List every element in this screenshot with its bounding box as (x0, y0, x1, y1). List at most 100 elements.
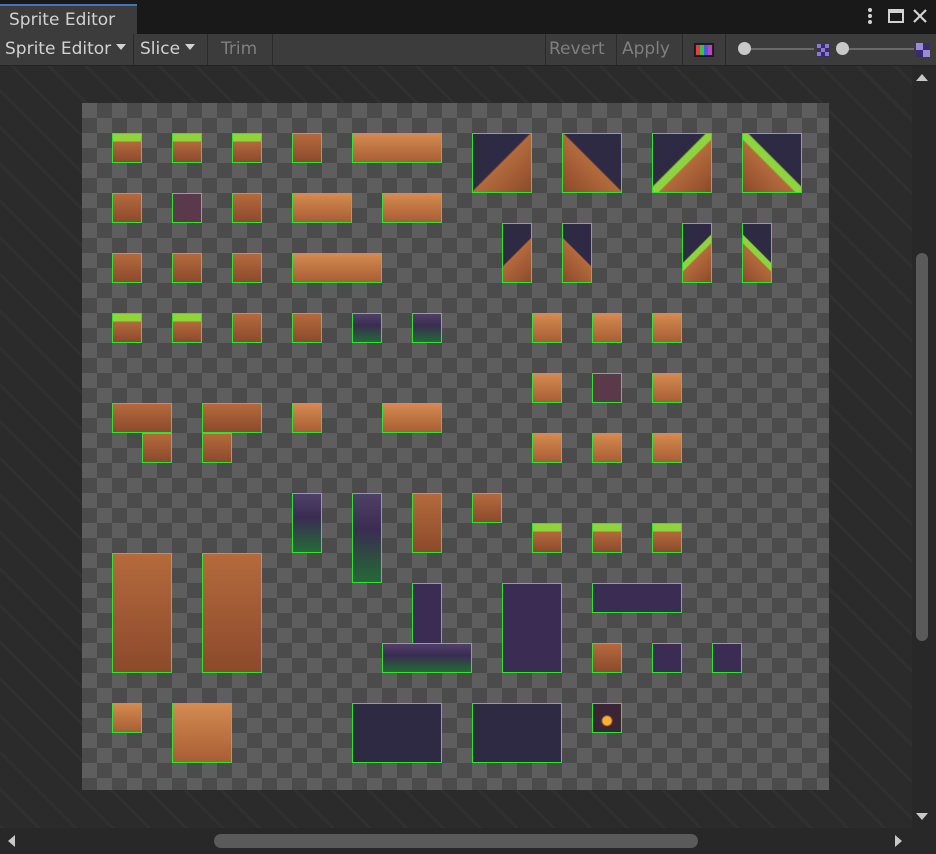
horizontal-scrollbar[interactable] (0, 828, 912, 854)
sprite-slice[interactable] (172, 133, 202, 163)
sprite-slice[interactable] (352, 493, 382, 583)
sprite-slice[interactable] (532, 373, 562, 403)
alpha-slider-track (842, 48, 914, 50)
sprite-slice[interactable] (652, 433, 682, 463)
sprite-slice[interactable] (112, 703, 142, 733)
sprite-slice[interactable] (202, 553, 262, 673)
sprite-slice[interactable] (592, 583, 682, 613)
sprite-slice[interactable] (172, 253, 202, 283)
mode-dropdown-label: Sprite Editor (5, 39, 112, 59)
sprite-slice[interactable] (292, 403, 322, 433)
sprite-slice[interactable] (292, 493, 322, 553)
sprite-slice[interactable] (742, 133, 802, 193)
sprite-slice[interactable] (382, 643, 472, 673)
sprite-slice[interactable] (202, 403, 262, 433)
sprite-slice[interactable] (682, 223, 712, 283)
sprite-slice[interactable] (112, 403, 172, 433)
sprite-slice[interactable] (112, 133, 142, 163)
apply-button[interactable]: Apply (622, 34, 670, 65)
tab-bar: Sprite Editor (0, 0, 936, 34)
sprite-slice[interactable] (472, 133, 532, 193)
toolbar-divider (272, 34, 273, 65)
alpha-slider-handle[interactable] (836, 42, 849, 55)
sprite-slice[interactable] (292, 313, 322, 343)
sprite-slice[interactable] (412, 493, 442, 553)
sprite-slice[interactable] (412, 313, 442, 343)
sprite-slice[interactable] (232, 193, 262, 223)
scrollbar-corner (912, 828, 936, 854)
slice-dropdown[interactable]: Slice (140, 34, 196, 65)
sprite-slice[interactable] (652, 133, 712, 193)
checker-small-icon (817, 42, 830, 57)
sprite-slice[interactable] (292, 133, 322, 163)
sprite-slice[interactable] (232, 253, 262, 283)
zoom-slider[interactable] (738, 40, 814, 58)
slice-dropdown-label: Slice (140, 39, 181, 59)
sprite-slice[interactable] (472, 703, 562, 763)
sprite-slice[interactable] (502, 223, 532, 283)
close-icon[interactable] (910, 6, 930, 26)
zoom-slider-handle[interactable] (738, 42, 751, 55)
sprite-slice[interactable] (172, 193, 202, 223)
sprite-slice[interactable] (652, 523, 682, 553)
sprite-slice[interactable] (382, 403, 442, 433)
sprite-slice[interactable] (652, 313, 682, 343)
rgb-channels-icon[interactable] (693, 42, 715, 58)
sprite-slice[interactable] (472, 493, 502, 523)
zoom-slider-track (744, 48, 814, 50)
sprite-slice[interactable] (172, 703, 232, 763)
sprite-slice[interactable] (232, 313, 262, 343)
sprite-slice[interactable] (532, 313, 562, 343)
sprite-slice[interactable] (112, 553, 172, 673)
sprite-slice[interactable] (382, 193, 442, 223)
sprite-slice[interactable] (172, 313, 202, 343)
sprite-slice[interactable] (592, 433, 622, 463)
sprite-slice[interactable] (592, 703, 622, 733)
sprite-slice[interactable] (292, 253, 382, 283)
sprite-slice[interactable] (142, 433, 172, 463)
sprite-slice[interactable] (112, 193, 142, 223)
sprite-slice[interactable] (502, 583, 562, 673)
kebab-menu-icon[interactable] (860, 6, 880, 26)
vertical-scrollbar[interactable] (912, 66, 936, 828)
horizontal-scroll-thumb[interactable] (214, 834, 698, 848)
sprite-slice[interactable] (592, 313, 622, 343)
vertical-scroll-thumb[interactable] (916, 253, 928, 641)
scroll-left-icon[interactable] (8, 835, 15, 847)
mode-dropdown[interactable]: Sprite Editor (5, 34, 127, 65)
chevron-down-icon (116, 44, 127, 50)
sprite-slice[interactable] (652, 643, 682, 673)
trim-button[interactable]: Trim (221, 34, 257, 65)
sprite-slice[interactable] (592, 523, 622, 553)
sprite-slice[interactable] (562, 223, 592, 283)
scroll-up-icon[interactable] (916, 74, 928, 81)
sprite-slice[interactable] (202, 433, 232, 463)
alpha-slider[interactable] (836, 40, 914, 58)
revert-button[interactable]: Revert (549, 34, 605, 65)
sprite-slice[interactable] (112, 253, 142, 283)
toolbar-divider (133, 34, 134, 65)
scroll-right-icon[interactable] (895, 835, 902, 847)
chevron-down-icon (185, 44, 196, 50)
sprite-slice[interactable] (712, 643, 742, 673)
sprite-slice[interactable] (352, 133, 442, 163)
sprite-slice[interactable] (652, 373, 682, 403)
toolbar-divider (725, 34, 726, 65)
sprite-slice[interactable] (532, 523, 562, 553)
sprite-sheet-texture (82, 103, 829, 790)
sprite-slice[interactable] (592, 643, 622, 673)
sprite-slice[interactable] (232, 133, 262, 163)
scroll-down-icon[interactable] (916, 813, 928, 820)
sprite-slice[interactable] (562, 133, 622, 193)
maximize-icon[interactable] (886, 6, 906, 26)
sprite-slice[interactable] (292, 193, 352, 223)
sprite-slice[interactable] (742, 223, 772, 283)
toolbar-divider (616, 34, 617, 65)
tab-sprite-editor[interactable]: Sprite Editor (0, 4, 137, 34)
sprite-slice[interactable] (532, 433, 562, 463)
sprite-slice[interactable] (112, 313, 142, 343)
sprite-canvas[interactable] (0, 66, 912, 828)
sprite-slice[interactable] (592, 373, 622, 403)
sprite-slice[interactable] (352, 313, 382, 343)
sprite-slice[interactable] (352, 703, 442, 763)
